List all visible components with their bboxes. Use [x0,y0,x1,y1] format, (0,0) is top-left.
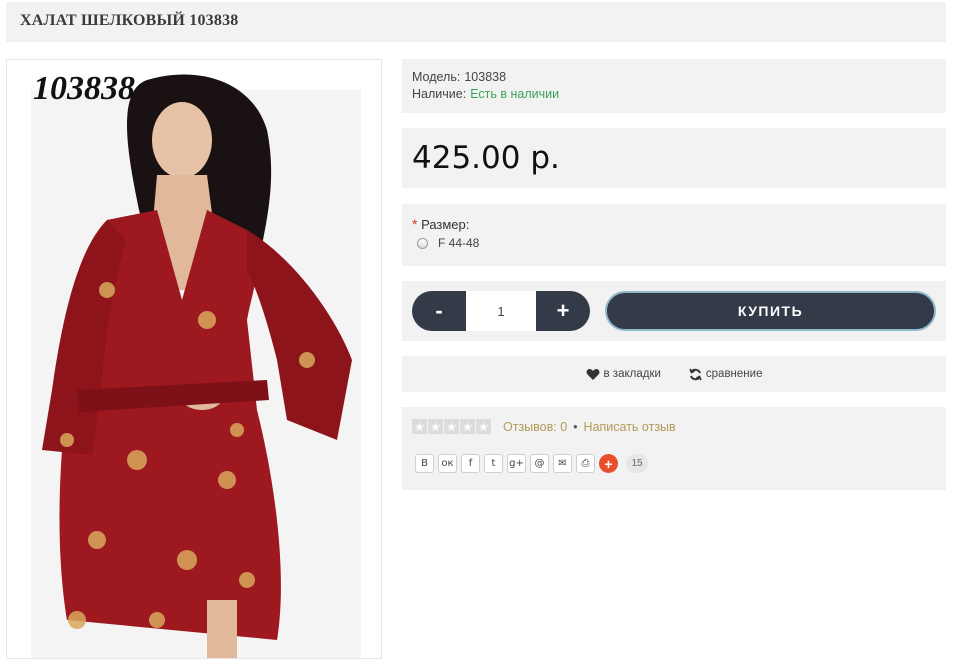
odnoklassniki-share-icon[interactable]: ок [438,454,457,473]
star-icon: ★ [460,419,475,434]
size-option[interactable]: F 44-48 [412,236,936,250]
reviews-count-link[interactable]: Отзывов: 0 [503,420,567,434]
mail-ru-share-icon[interactable]: @ [530,454,549,473]
facebook-share-icon[interactable]: f [461,454,480,473]
model-value: 103838 [464,70,507,84]
star-icon: ★ [412,419,427,434]
wishlist-button[interactable]: в закладки [586,368,661,381]
product-image[interactable]: 103838 [6,59,382,659]
share-count-badge: 15 [626,454,648,473]
size-label-row: * Размер: [412,216,936,232]
buy-button[interactable]: КУПИТЬ [605,291,936,331]
product-info-panel: Модель: 103838 Наличие: Есть в наличии [402,59,946,113]
star-icon: ★ [428,419,443,434]
price-panel: 425.00 р. [402,128,946,188]
model-row: Модель: 103838 [412,69,936,86]
twitter-share-icon[interactable]: t [484,454,503,473]
rating-stars: ★ ★ ★ ★ ★ [412,419,491,434]
model-label: Модель: [412,70,461,84]
stock-status: Есть в наличии [470,87,560,101]
star-icon: ★ [444,419,459,434]
reviews-panel: ★ ★ ★ ★ ★ Отзывов: 0 • Написать отзыв В … [402,407,946,490]
compare-button[interactable]: сравнение [689,368,763,381]
product-price: 425.00 р. [412,140,560,176]
star-icon: ★ [476,419,491,434]
vk-share-icon[interactable]: В [415,454,434,473]
compare-label[interactable]: сравнение [706,368,763,380]
print-icon[interactable]: ⎙ [576,454,595,473]
size-option-label[interactable]: F 44-48 [438,236,479,250]
more-share-icon[interactable]: + [599,454,618,473]
stock-label: Наличие: [412,87,467,101]
size-options-panel: * Размер: F 44-48 [402,204,946,266]
google-plus-share-icon[interactable]: g+ [507,454,526,473]
share-buttons: В ок f t g+ @ ✉ ⎙ + 15 [412,454,936,473]
write-review-link[interactable]: Написать отзыв [584,420,676,434]
product-photo [7,60,381,658]
buy-panel: - 1 + КУПИТЬ [402,281,946,341]
refresh-icon [689,368,702,380]
size-label: Размер: [421,217,470,232]
quantity-decrease-button[interactable]: - [412,291,466,331]
quantity-stepper: - 1 + [412,291,590,331]
required-mark: * [412,216,418,232]
actions-panel: в закладки сравнение [402,356,946,392]
quantity-increase-button[interactable]: + [536,291,590,331]
rating-row: ★ ★ ★ ★ ★ Отзывов: 0 • Написать отзыв [412,419,936,434]
email-share-icon[interactable]: ✉ [553,454,572,473]
product-title: ХАЛАТ ШЕЛКОВЫЙ 103838 [6,2,946,42]
size-radio[interactable] [417,237,428,249]
stock-row: Наличие: Есть в наличии [412,86,936,103]
quantity-input[interactable]: 1 [466,291,536,331]
wishlist-label[interactable]: в закладки [604,368,661,380]
heart-icon [586,368,599,380]
separator-dot: • [573,419,578,434]
image-watermark-code: 103838 [33,70,135,107]
